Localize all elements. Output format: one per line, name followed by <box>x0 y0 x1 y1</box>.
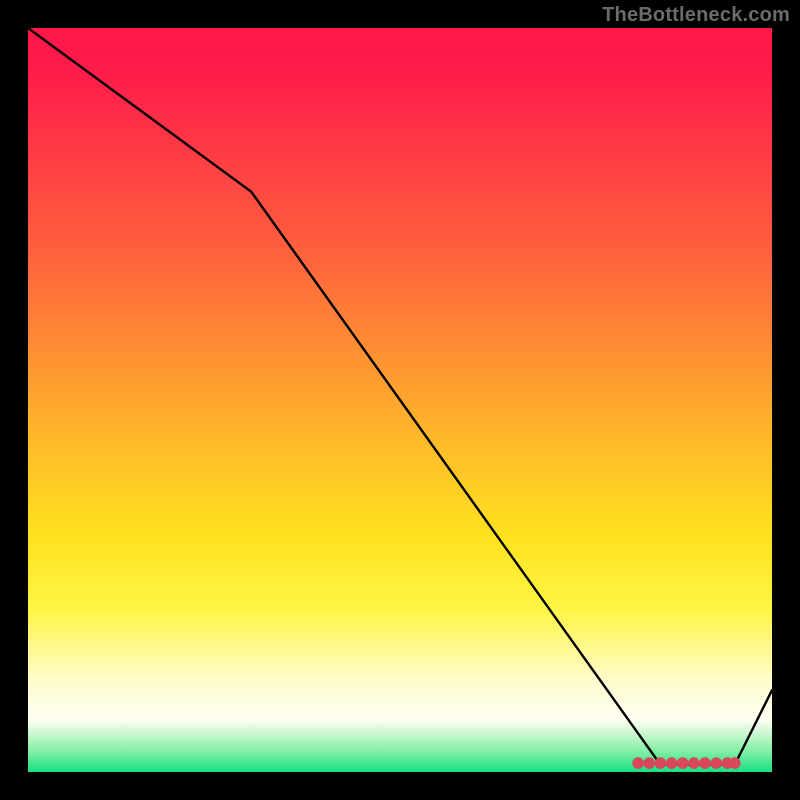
marker-dot <box>655 757 667 769</box>
marker-dot <box>710 757 722 769</box>
plot-area <box>28 28 772 772</box>
marker-dot <box>729 757 741 769</box>
data-curve <box>28 28 772 765</box>
marker-dot <box>666 757 678 769</box>
chart-root: TheBottleneck.com <box>0 0 800 800</box>
marker-dot <box>699 757 711 769</box>
marker-dot <box>632 757 644 769</box>
marker-dot <box>643 757 655 769</box>
chart-svg-layer <box>28 28 772 772</box>
marker-dot <box>677 757 689 769</box>
marker-cluster <box>632 757 740 769</box>
attribution-text: TheBottleneck.com <box>602 4 790 27</box>
marker-dot <box>688 757 700 769</box>
